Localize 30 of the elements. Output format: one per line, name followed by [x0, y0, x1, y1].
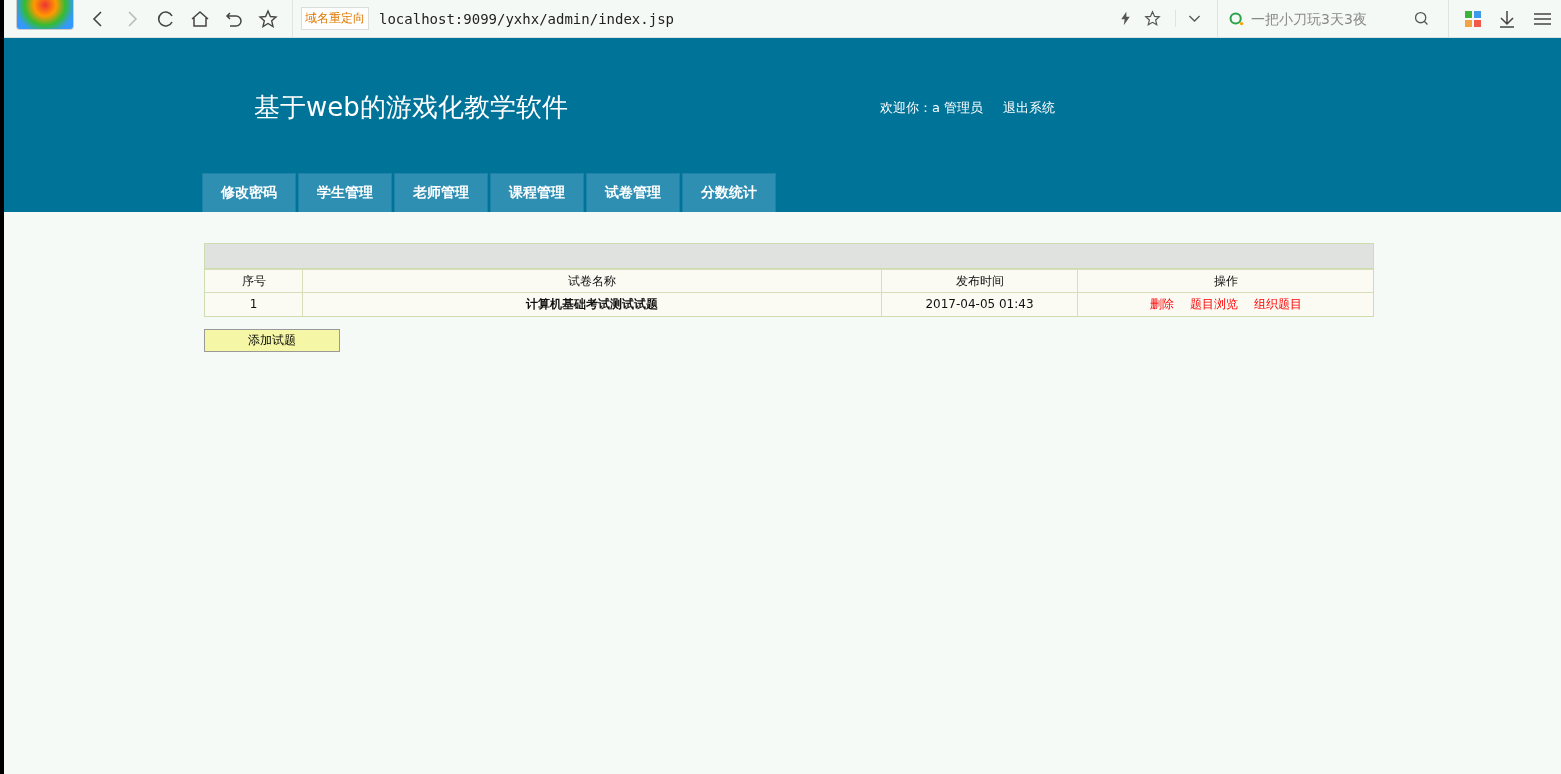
dropdown-icon[interactable] [1175, 10, 1203, 27]
redirect-badge: 域名重定向 [301, 7, 369, 30]
search-field[interactable]: 一把小刀玩3天3夜 [1249, 9, 1409, 28]
nav-tab[interactable]: 修改密码 [202, 173, 296, 212]
home-icon[interactable] [190, 8, 210, 29]
action-link[interactable]: 删除 [1149, 296, 1174, 311]
search-icon[interactable] [1413, 10, 1430, 27]
apps-icon[interactable] [1463, 8, 1483, 29]
nav-tab[interactable]: 老师管理 [394, 173, 488, 212]
column-header: 操作 [1077, 269, 1373, 293]
nav-tab[interactable]: 分数统计 [682, 173, 776, 212]
star-icon[interactable] [258, 8, 278, 29]
nav-tab[interactable]: 试卷管理 [586, 173, 680, 212]
action-link[interactable]: 题目浏览 [1189, 296, 1238, 311]
welcome-text: 欢迎你：a 管理员 [880, 98, 984, 117]
add-question-button[interactable]: 添加试题 [204, 328, 340, 352]
nav-tab[interactable]: 学生管理 [298, 173, 392, 212]
column-header: 序号 [205, 269, 303, 293]
site-title: 基于web的游戏化教学软件 [254, 91, 569, 124]
reload-icon[interactable] [156, 8, 176, 29]
star-icon[interactable] [1144, 10, 1161, 27]
table-cell: 1 [205, 292, 303, 316]
download-icon[interactable] [1497, 8, 1517, 29]
search-engine-icon [1228, 10, 1245, 27]
nav-tab[interactable]: 课程管理 [490, 173, 584, 212]
column-header: 发布时间 [881, 269, 1078, 293]
address-field[interactable]: localhost:9099/yxhx/admin/index.jsp [379, 10, 674, 27]
column-header: 试卷名称 [302, 269, 882, 293]
action-link[interactable]: 组织题目 [1253, 296, 1302, 311]
logout-link[interactable]: 退出系统 [1003, 98, 1056, 117]
